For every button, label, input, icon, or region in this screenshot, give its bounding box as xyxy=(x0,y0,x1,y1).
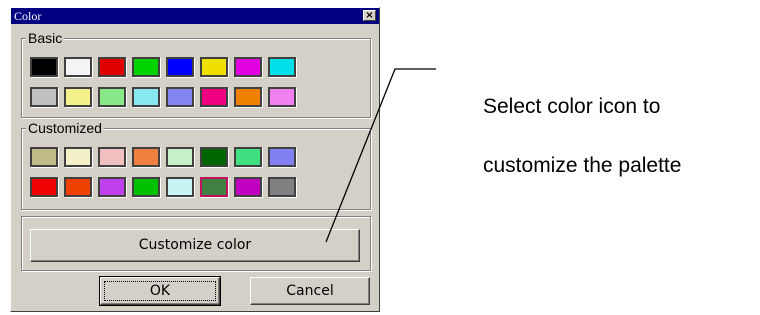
callout-line-2: customize the palette xyxy=(483,154,682,177)
callout-line-1: Select color icon to xyxy=(483,95,661,118)
